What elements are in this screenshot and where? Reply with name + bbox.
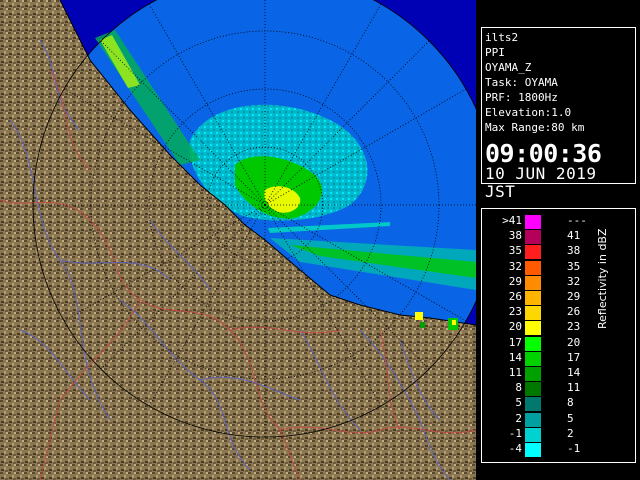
legend-unit-label: Reflectivity in dBZ bbox=[596, 228, 609, 329]
reflectivity-legend: >41 --- 38 41 35 38 32 35 29 32 26 29 23 26 20 23 17 20 14… bbox=[481, 208, 636, 463]
legend-right-label: 5 bbox=[567, 411, 574, 425]
legend-right-label: 2 bbox=[567, 426, 574, 440]
legend-right-label: --- bbox=[567, 214, 587, 227]
task-name: Task: OYAMA bbox=[485, 76, 558, 89]
legend-left-label: 35 bbox=[508, 244, 522, 258]
prf-value: PRF: 1800Hz bbox=[485, 91, 558, 104]
legend-right-label: 20 bbox=[567, 335, 581, 349]
legend-color-swatch bbox=[525, 306, 541, 321]
legend-left-label: 32 bbox=[508, 259, 522, 273]
legend-left-label: 14 bbox=[508, 350, 522, 364]
legend-right-label: 14 bbox=[567, 366, 581, 379]
legend-color-swatch bbox=[525, 230, 541, 245]
legend-left-label: -1 bbox=[508, 426, 522, 440]
station-name: ilts2 bbox=[485, 31, 519, 44]
legend-color-swatch bbox=[525, 367, 541, 381]
legend-left-label: 23 bbox=[508, 305, 522, 319]
legend-left-label: -4 bbox=[508, 442, 522, 455]
legend-color-swatch bbox=[525, 412, 541, 427]
legend-left-label: 26 bbox=[508, 290, 522, 303]
legend-left-label: 2 bbox=[515, 411, 522, 425]
legend-right-label: 32 bbox=[567, 274, 581, 288]
legend-left-label: 20 bbox=[508, 320, 522, 334]
legend-right-label: 11 bbox=[567, 381, 581, 395]
radar-ppi-view bbox=[0, 0, 476, 480]
legend-right-label: -1 bbox=[567, 442, 581, 455]
legend-right-label: 35 bbox=[567, 259, 581, 273]
legend-left-label: 5 bbox=[515, 396, 522, 410]
legend-left-label: 8 bbox=[515, 381, 522, 395]
legend-right-label: 29 bbox=[567, 290, 581, 303]
legend-color-swatch bbox=[525, 427, 541, 442]
legend-left-label: 17 bbox=[508, 335, 522, 349]
legend-color-swatch bbox=[525, 351, 541, 366]
legend-right-label: 17 bbox=[567, 350, 581, 364]
scan-mode: PPI bbox=[485, 46, 505, 59]
elevation-value: Elevation:1.0 bbox=[485, 106, 572, 119]
legend-color-swatch bbox=[525, 260, 541, 275]
legend-color-swatch bbox=[525, 382, 541, 397]
legend-color-swatch bbox=[525, 245, 541, 260]
legend-color-swatch bbox=[525, 397, 541, 412]
observation-date: 10 JUN 2019 JST bbox=[485, 164, 597, 201]
legend-left-label: 38 bbox=[508, 229, 522, 243]
legend-left-label: 29 bbox=[508, 274, 522, 288]
legend-color-swatch bbox=[525, 291, 541, 305]
legend-color-swatch bbox=[525, 336, 541, 351]
legend-color-swatch bbox=[525, 275, 541, 290]
legend-color-swatch bbox=[525, 443, 541, 457]
max-range-value: Max Range:80 km bbox=[485, 121, 585, 134]
legend-right-label: 41 bbox=[567, 229, 581, 243]
legend-right-label: 26 bbox=[567, 305, 581, 319]
radar-map-graphic bbox=[0, 0, 476, 480]
legend-right-label: 38 bbox=[567, 244, 581, 258]
legend-color-swatch bbox=[525, 321, 541, 336]
legend-right-label: 8 bbox=[567, 396, 574, 410]
radar-info-panel: ilts2 PPI OYAMA_Z Task: OYAMA PRF: 1800H… bbox=[481, 27, 636, 201]
legend-color-swatch bbox=[525, 215, 541, 229]
legend-right-label: 23 bbox=[567, 320, 581, 334]
legend-left-label: >41 bbox=[502, 214, 522, 227]
legend-left-label: 11 bbox=[508, 366, 522, 379]
product-name: OYAMA_Z bbox=[485, 61, 532, 74]
